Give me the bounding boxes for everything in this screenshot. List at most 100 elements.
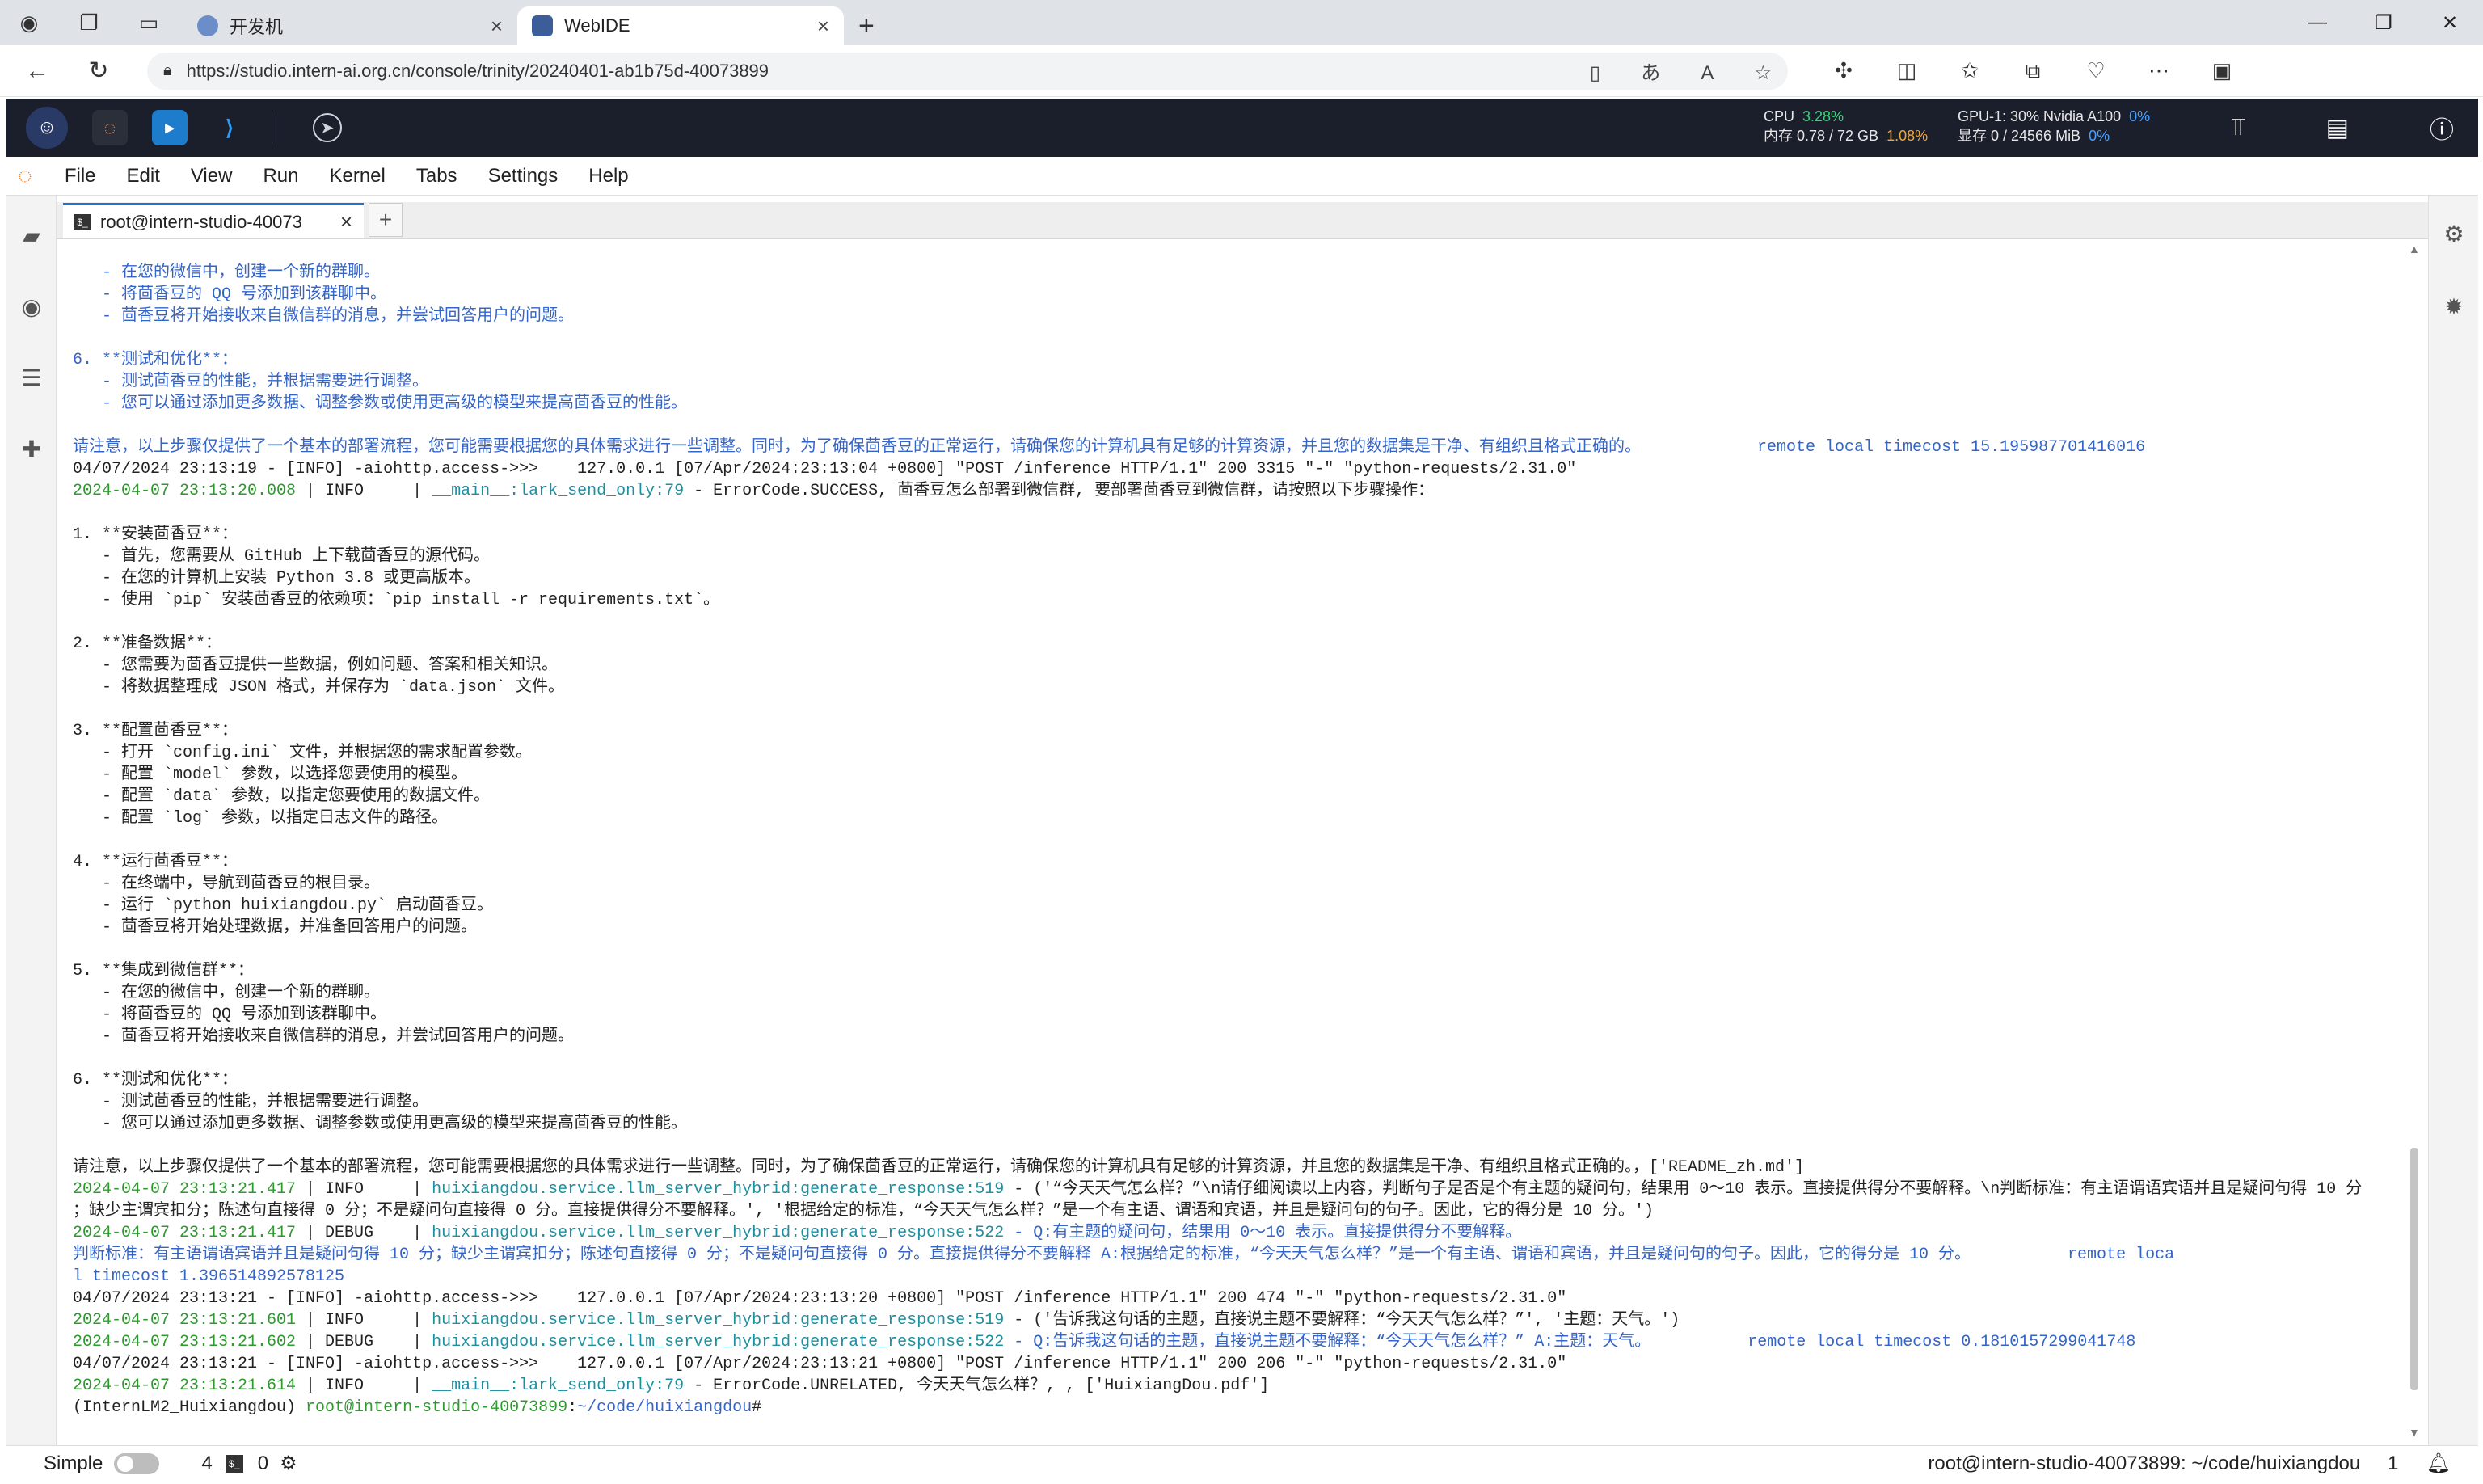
terminal-text: - 测试茴香豆的性能，并根据需要进行调整。 [73, 373, 429, 391]
terminal-scrollbar[interactable]: ▲ ▼ [2409, 242, 2420, 1437]
more-menu-icon[interactable]: ⋯ [2127, 58, 2190, 83]
new-tab-button[interactable]: + [858, 6, 875, 45]
terminal-text: 2024-04-07 23:13:21.601 [73, 1311, 297, 1330]
status-bar: Simple 4 $_ 0 ⚙ root@intern-studio-40073… [6, 1445, 2478, 1481]
toc-list-icon[interactable]: ☰ [16, 362, 47, 393]
terminal-text: - 在终端中，导航到茴香豆的根目录。 [73, 875, 381, 893]
terminal-text: huixiangdou.service.llm_server_hybrid:ge… [432, 1333, 1005, 1351]
menu-kernel[interactable]: Kernel [329, 165, 385, 188]
folder-icon[interactable]: ▰ [16, 220, 47, 251]
terminal-line: - 茴香豆将开始接收来自微信群的消息，并尝试回答用户的问题。 [73, 1026, 2401, 1048]
monitor-icon[interactable]: ▤ [2326, 114, 2349, 142]
terminal-text: - Q:有主题的疑问句，结果用 0～10 表示。直接提供得分不要解释。 [1004, 1224, 1522, 1242]
scrollbar-thumb[interactable] [2410, 1148, 2418, 1390]
info-icon[interactable]: ⓘ [2430, 110, 2454, 145]
terminal-text: - 茴香豆将开始接收来自微信群的消息，并尝试回答用户的问题。 [73, 1027, 575, 1046]
terminal-line: 判断标准：有主语谓语宾语并且是疑问句得 10 分；缺少主谓宾扣分；陈述句直接得 … [73, 1244, 2401, 1266]
terminal-text: 2. **准备数据**： [73, 634, 222, 653]
terminal-line: l timecost 1.396514892578125 [73, 1266, 2401, 1288]
notification-count: 1 [2388, 1452, 2399, 1474]
split-screen-icon[interactable]: ◫ [1875, 58, 1938, 83]
stop-circle-icon[interactable]: ◉ [16, 291, 47, 322]
terminal-text: huixiangdou.service.llm_server_hybrid:ge… [432, 1224, 1005, 1242]
close-icon[interactable]: × [817, 14, 829, 39]
close-window-icon[interactable]: ✕ [2417, 11, 2483, 35]
terminal-text: | DEBUG | [296, 1224, 432, 1242]
translate-icon[interactable]: あ [1641, 62, 1660, 84]
workspaces-icon[interactable]: ❐ [71, 5, 107, 40]
property-inspector-gear-icon[interactable]: ⚙ [2439, 218, 2469, 249]
terminal-line: - 您可以通过添加更多数据、调整参数或使用更高级的模型来提高茴香豆的性能。 [73, 393, 2401, 415]
terminal-text: huixiangdou.service.llm_server_hybrid:ge… [432, 1180, 1005, 1199]
tensorflow-icon[interactable]: ⫪ [2232, 114, 2245, 141]
restore-icon[interactable]: ❐ [2350, 11, 2417, 35]
menu-settings[interactable]: Settings [488, 165, 559, 188]
code-server-icon[interactable]: ▸ [152, 110, 188, 145]
terminal-line: 4. **运行茴香豆**： [73, 851, 2401, 873]
menu-file[interactable]: File [65, 165, 96, 188]
terminal-panel[interactable]: - 在您的微信中，创建一个新的群聊。 - 将茴香豆的 QQ 号添加到该群聊中。 … [57, 239, 2428, 1437]
compass-icon[interactable]: ➤ [313, 113, 342, 142]
vscode-icon[interactable]: ⟩ [212, 110, 247, 145]
scroll-up-icon[interactable]: ▲ [2409, 242, 2420, 255]
terminal-text: root@intern-studio-40073899 [306, 1398, 568, 1417]
terminal-text: - 您可以通过添加更多数据、调整参数或使用更高级的模型来提高茴香豆的性能。 [73, 1115, 688, 1133]
terminal-line: 04/07/2024 23:13:21 - [INFO] -aiohttp.ac… [73, 1288, 2401, 1309]
menu-view[interactable]: View [191, 165, 233, 188]
profile-icon[interactable]: ◉ [11, 5, 47, 40]
terminal-line: 请注意，以上步骤仅提供了一个基本的部署流程，您可能需要根据您的具体需求进行一些调… [73, 436, 2401, 458]
terminal-text: - 茴香豆将开始处理数据，并准备回答用户的问题。 [73, 918, 478, 937]
minimize-icon[interactable]: — [2284, 11, 2350, 34]
puzzle-extension-icon[interactable]: ✚ [16, 433, 47, 464]
collections-icon[interactable]: ⧉ [2001, 58, 2064, 84]
new-launcher-button[interactable]: + [369, 203, 403, 237]
browser-tab-webide[interactable]: WebIDE × [517, 6, 844, 45]
terminal-text: - 首先，您需要从 GitHub 上下载茴香豆的源代码。 [73, 547, 491, 566]
terminal-line: 3. **配置茴香豆**： [73, 720, 2401, 742]
terminal-output: - 在您的微信中，创建一个新的群聊。 - 将茴香豆的 QQ 号添加到该群聊中。 … [73, 262, 2401, 1419]
url-bar[interactable]: 🔒︎ https://studio.intern-ai.org.cn/conso… [147, 52, 1788, 90]
terminal-line: - 打开 `config.ini` 文件，并根据您的需求配置参数。 [73, 742, 2401, 764]
tab-terminal[interactable]: $_ root@intern-studio-40073 × [63, 203, 364, 238]
menu-run[interactable]: Run [263, 165, 298, 188]
back-arrow-icon[interactable]: ← [13, 47, 61, 95]
menu-edit[interactable]: Edit [127, 165, 160, 188]
terminal-icon: $_ [225, 1454, 243, 1473]
jupyter-app-icon[interactable]: ◌ [92, 110, 128, 145]
terminal-line: 1. **安装茴香豆**： [73, 524, 2401, 546]
reading-view-icon[interactable]: ▯ [1590, 62, 1600, 84]
terminal-line: 2024-04-07 23:13:21.601 | INFO | huixian… [73, 1309, 2401, 1331]
scroll-down-icon[interactable]: ▼ [2409, 1426, 2420, 1437]
sidebar-icon[interactable]: ▣ [2190, 58, 2253, 83]
terminal-text: (InternLM2_Huixiangdou) [73, 1398, 306, 1417]
terminal-line: 5. **集成到微信群**： [73, 960, 2401, 982]
vram-label: 显存 0 / 24566 MiB [1958, 128, 2081, 144]
simple-mode-toggle[interactable] [114, 1452, 160, 1474]
extensions-icon[interactable]: ✣ [1812, 58, 1875, 83]
menu-help[interactable]: Help [588, 165, 628, 188]
terminal-text: 04/07/2024 23:13:21 - [INFO] -aiohttp.ac… [73, 1289, 1567, 1308]
terminal-text: - 将数据整理成 JSON 格式，并保存为 `data.json` 文件。 [73, 678, 565, 697]
close-icon[interactable]: × [340, 209, 352, 234]
terminal-text: - 您可以通过添加更多数据、调整参数或使用更高级的模型来提高茴香豆的性能。 [73, 394, 688, 413]
address-toolbar: ← ↻ 🔒︎ https://studio.intern-ai.org.cn/c… [0, 45, 2483, 97]
refresh-icon[interactable]: ↻ [74, 47, 123, 95]
performance-icon[interactable]: ♡ [2064, 58, 2127, 83]
favorites-icon[interactable]: ✩ [1938, 58, 2001, 83]
browser-tab-devmachine[interactable]: 开发机 × [183, 6, 517, 45]
favorite-star-icon[interactable]: ☆ [1754, 62, 1772, 84]
bell-icon[interactable]: 🔔︎ [2426, 1452, 2451, 1475]
close-icon[interactable]: × [491, 14, 503, 39]
menu-tabs[interactable]: Tabs [416, 165, 457, 188]
debugger-bug-icon[interactable]: ✹ [2439, 291, 2469, 322]
terminal-line: - 在您的微信中，创建一个新的群聊。 [73, 982, 2401, 1004]
terminal-text: - Q:告诉我这句话的主题，直接说主题不要解释：“今天天气怎么样？” A:主题：… [1004, 1333, 2136, 1351]
terminal-text: - 将茴香豆的 QQ 号添加到该群聊中。 [73, 1005, 387, 1024]
status-path: root@intern-studio-40073899: ~/code/huix… [1928, 1452, 2361, 1474]
terminal-line: 2024-04-07 23:13:21.417 | INFO | huixian… [73, 1178, 2401, 1200]
tab-actions-icon[interactable]: ▭ [131, 5, 167, 40]
terminal-text: - 在您的微信中，创建一个新的群聊。 [73, 984, 381, 1002]
read-aloud-icon[interactable]: A [1701, 62, 1714, 84]
